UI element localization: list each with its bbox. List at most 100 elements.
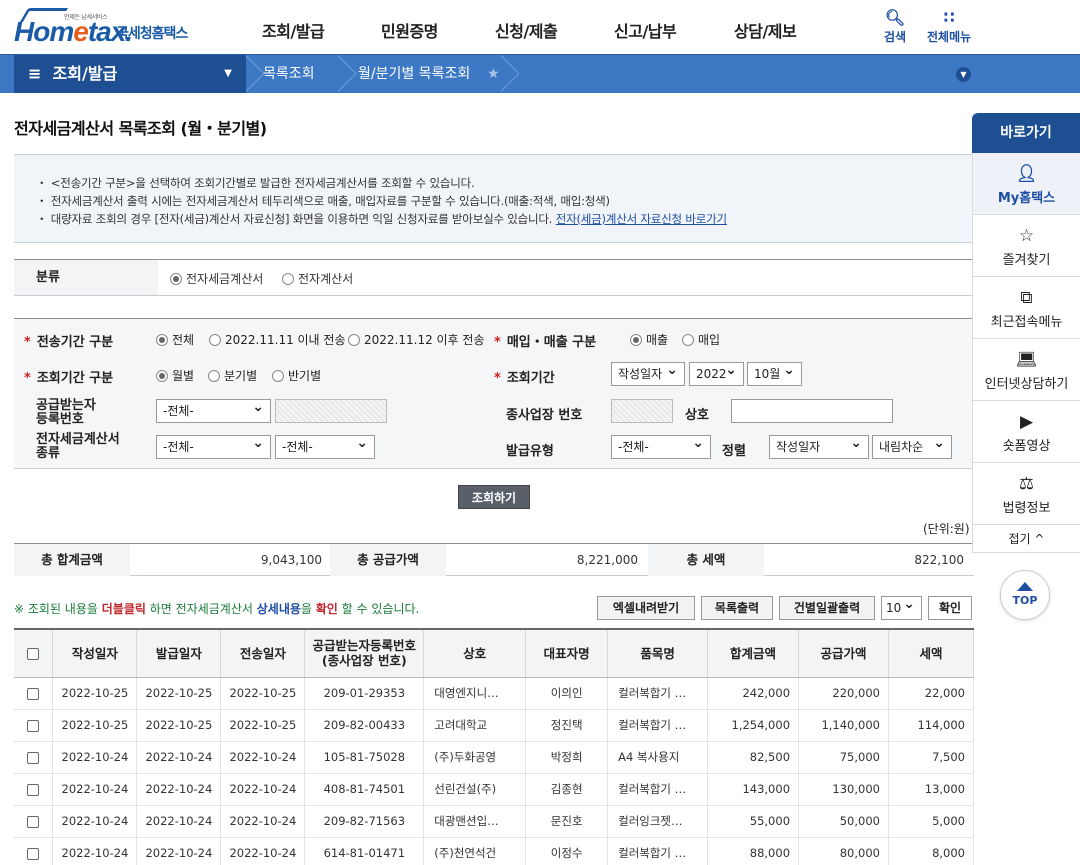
month-select[interactable]: 10월	[747, 359, 802, 386]
cell-send-date: 2022-10-25	[220, 677, 306, 710]
cell-representative: 이의인	[525, 677, 609, 710]
radio-purchase[interactable]: 매입	[682, 331, 720, 348]
table-row[interactable]: 2022-10-24 2022-10-24 2022-10-24 408-81-745…	[14, 773, 975, 806]
radio-sales[interactable]: 매출	[630, 331, 668, 348]
radio-period-before[interactable]: 2022.11.11 이내 전송	[209, 331, 346, 348]
col-representative[interactable]: 대표자명	[525, 629, 609, 678]
radio-tax-invoice[interactable]: 전자세금계산서	[170, 270, 263, 287]
invoice-kind-select[interactable]: -전체-	[156, 432, 271, 459]
sort-field-select[interactable]: 작성일자	[769, 432, 869, 459]
gnav-report-pay[interactable]: 신고/납부	[614, 18, 677, 42]
col-company[interactable]: 상호	[423, 629, 527, 678]
gnav-inquiry[interactable]: 조회/발급	[262, 18, 325, 42]
quick-nav-fold[interactable]: 접기 ^	[972, 525, 1080, 553]
row-checkbox[interactable]	[27, 687, 40, 700]
table-row[interactable]: 2022-10-24 2022-10-24 2022-10-24 105-81-750…	[14, 741, 975, 774]
cell-supply: 50,000	[798, 805, 889, 838]
search-label: 검색	[884, 30, 907, 44]
company-input[interactable]	[731, 399, 893, 423]
radio-period-all[interactable]: 전체	[156, 331, 194, 348]
row-checkbox[interactable]	[27, 847, 40, 860]
select-all-checkbox[interactable]	[27, 648, 40, 661]
quick-short-video[interactable]: ▶︎ 숏폼영상	[972, 401, 1080, 463]
row-checkbox-cell[interactable]	[14, 837, 54, 865]
table-row[interactable]: 2022-10-25 2022-10-25 2022-10-25 209-01-293…	[14, 677, 975, 710]
col-supply[interactable]: 공급가액	[798, 629, 889, 678]
row-checkbox-cell[interactable]	[14, 773, 54, 806]
breadcrumb-separator	[338, 55, 356, 93]
branch-number-label: 종사업장 번호	[506, 408, 583, 423]
row-checkbox-cell[interactable]	[14, 677, 54, 710]
logo-korean: 국세청홈택스	[116, 26, 188, 42]
radio-unchecked-icon	[209, 334, 221, 346]
invoice-subkind-select[interactable]: -전체-	[275, 432, 375, 459]
page-size-confirm-button[interactable]: 확인	[928, 596, 972, 620]
radio-label: 2022.11.12 이후 전송	[364, 333, 485, 347]
excel-download-button[interactable]: 엑셀내려받기	[597, 596, 695, 620]
cell-receiver-number: 209-82-71563	[304, 805, 425, 838]
row-checkbox[interactable]	[27, 815, 40, 828]
select-all-checkbox-cell[interactable]	[14, 629, 54, 678]
gnav-certificate[interactable]: 민원증명	[381, 18, 438, 42]
logo-wordmark: Hometax.	[14, 16, 133, 48]
print-list-button[interactable]: 목록출력	[701, 596, 773, 620]
quick-recent-menu[interactable]: ⧉ 최근접속메뉴	[972, 277, 1080, 339]
table-row[interactable]: 2022-10-24 2022-10-24 2022-10-24 209-82-715…	[14, 805, 975, 838]
year-select[interactable]: 2022	[689, 359, 744, 386]
gnav-consult[interactable]: 상담/제보	[734, 18, 797, 42]
radio-invoice[interactable]: 전자계산서	[282, 270, 353, 287]
radio-label: 반기별	[288, 369, 322, 383]
receiver-select[interactable]: -전체-	[156, 396, 271, 423]
hometax-logo[interactable]: 언제든 납세서비스 Hometax. 국세청홈택스	[14, 6, 194, 48]
issue-type-select[interactable]: -전체-	[611, 432, 711, 459]
breadcrumb-monthly-list[interactable]: 월/분기별 목록조회	[358, 55, 470, 93]
col-total[interactable]: 합계금액	[707, 629, 800, 678]
quick-my-hometax[interactable]: 👤︎ My홈택스	[972, 153, 1080, 215]
gnav-apply[interactable]: 신청/제출	[495, 18, 558, 42]
favorite-star-icon[interactable]: ★	[487, 55, 500, 93]
grid-menu-icon: ∷	[943, 8, 955, 27]
row-checkbox-cell[interactable]	[14, 741, 54, 774]
radio-period-after[interactable]: 2022.11.12 이후 전송	[348, 331, 485, 348]
quick-favorites[interactable]: ☆ 즐겨찾기	[972, 215, 1080, 277]
cell-issue-date: 2022-10-24	[136, 837, 222, 865]
classification-row: 분류 전자세금계산서 전자계산서	[14, 259, 974, 296]
search-submit-button[interactable]: 조회하기	[458, 485, 530, 509]
col-write-date[interactable]: 작성일자	[52, 629, 138, 678]
radio-monthly[interactable]: 월별	[156, 367, 194, 384]
table-row[interactable]: 2022-10-24 2022-10-24 2022-10-24 614-81-014…	[14, 837, 975, 865]
page-size-select[interactable]: 10	[881, 593, 922, 620]
cell-supply: 80,000	[798, 837, 889, 865]
chevron-down-icon[interactable]: ▼	[956, 67, 971, 82]
search-button[interactable]: 🔍︎ 검색	[884, 8, 906, 45]
all-menu-button[interactable]: ∷ 전체메뉴	[927, 8, 971, 45]
quick-label: 인터넷상담하기	[984, 377, 1069, 392]
row-checkbox-cell[interactable]	[14, 709, 54, 742]
col-receiver-number[interactable]: 공급받는자등록번호 (종사업장 번호)	[304, 629, 425, 678]
menu-dropdown[interactable]: ≡ 조회/발급 ▼	[14, 55, 246, 93]
data-request-link[interactable]: 전자(세금)계산서 자료신청 바로가기	[556, 212, 727, 226]
quick-online-consult[interactable]: 💻︎ 인터넷상담하기	[972, 339, 1080, 401]
row-checkbox[interactable]	[27, 719, 40, 732]
quick-label: 법령정보	[1002, 501, 1051, 516]
radio-quarterly[interactable]: 분기별	[208, 367, 257, 384]
quick-law-info[interactable]: ⚖︎ 법령정보	[972, 463, 1080, 525]
col-issue-date[interactable]: 발급일자	[136, 629, 222, 678]
row-checkbox[interactable]	[27, 783, 40, 796]
col-send-date[interactable]: 전송일자	[220, 629, 306, 678]
col-tax[interactable]: 세액	[888, 629, 975, 678]
logo-part-1: Hom	[14, 16, 74, 47]
breadcrumb-list-inquiry[interactable]: 목록조회	[263, 55, 315, 93]
radio-half-yearly[interactable]: 반기별	[272, 367, 321, 384]
bulk-print-button[interactable]: 건별일괄출력	[779, 596, 875, 620]
scroll-top-button[interactable]: TOP	[1000, 570, 1050, 620]
table-row[interactable]: 2022-10-25 2022-10-25 2022-10-25 209-82-004…	[14, 709, 975, 742]
date-type-select[interactable]: 작성일자	[611, 359, 685, 386]
row-checkbox[interactable]	[27, 751, 40, 764]
sort-order-select[interactable]: 내림차순	[872, 432, 952, 459]
cell-item: 컬러복합기 …	[607, 773, 709, 806]
col-item[interactable]: 품목명	[607, 629, 709, 678]
cell-item: A4 복사용지	[607, 741, 709, 774]
row-checkbox-cell[interactable]	[14, 805, 54, 838]
cell-item: 컬러복합기 …	[607, 709, 709, 742]
